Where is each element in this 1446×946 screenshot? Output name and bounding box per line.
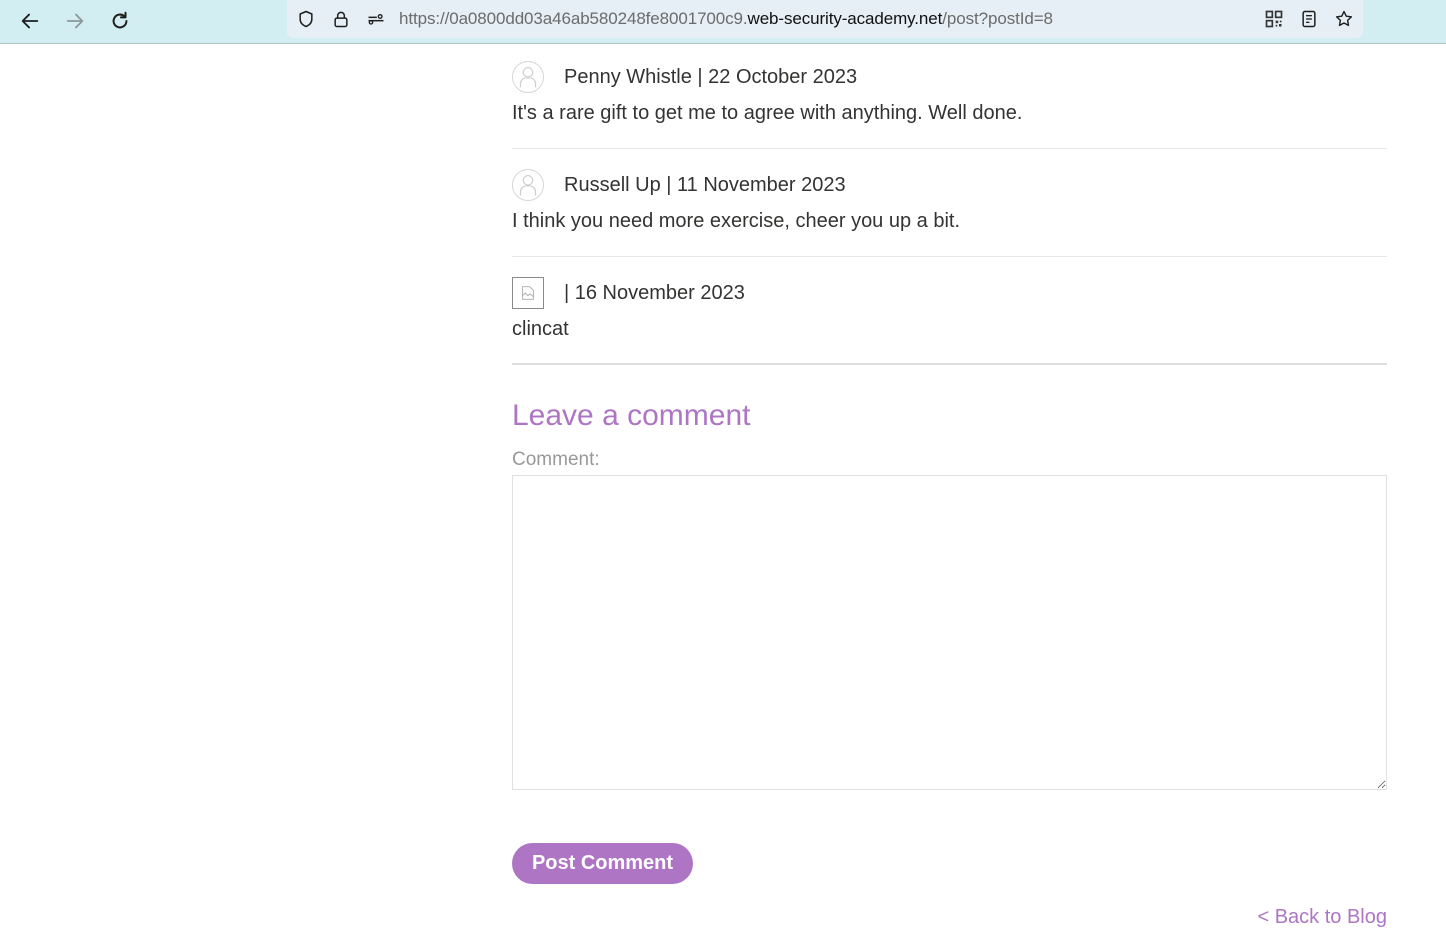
shield-icon [299,10,313,28]
comments-end-divider [512,363,1387,365]
comment-author-date: Russell Up | 11 November 2023 [564,173,846,196]
leave-comment-heading: Leave a comment [512,399,751,432]
forward-button[interactable] [60,6,90,36]
comment-label: Comment: [512,449,600,470]
back-arrow-icon [21,13,39,29]
site-permissions-button[interactable] [365,8,387,30]
comment-textarea[interactable] [512,475,1387,790]
post-comment-button[interactable]: Post Comment [512,843,693,884]
post-comments-section: Penny Whistle | 22 October 2023 It's a r… [512,44,1387,790]
reader-view-icon [1302,10,1316,28]
site-permissions-icon [368,14,384,25]
comment-author-date: | 16 November 2023 [564,281,745,304]
forward-arrow-icon [66,13,84,29]
comment-text: I think you need more exercise, cheer yo… [512,210,961,232]
back-button[interactable] [15,6,45,36]
comment-text: It's a rare gift to get me to agree with… [512,102,1023,124]
divider [512,256,1387,257]
url-prefix: https://0a0800dd03a46ab580248fe8001700c9… [399,9,748,28]
qr-code-icon [1265,10,1283,28]
divider [512,148,1387,149]
default-avatar-icon [512,169,544,201]
broken-image-icon [512,277,544,309]
address-bar[interactable]: https://0a0800dd03a46ab580248fe8001700c9… [287,0,1363,38]
comment-text: clincat [512,318,569,340]
url-domain: web-security-academy.net [747,9,943,28]
site-security-button[interactable] [330,8,352,30]
reader-view-button[interactable] [1298,8,1320,30]
lock-icon [334,11,348,28]
comment-author-date: Penny Whistle | 22 October 2023 [564,65,858,88]
comment-item: Russell Up | 11 November 2023 I think yo… [512,169,1387,257]
comment-item: | 16 November 2023 clincat [512,277,1387,365]
reload-button[interactable] [105,6,135,36]
reload-icon [112,11,128,29]
url-text[interactable]: https://0a0800dd03a46ab580248fe8001700c9… [399,9,1053,29]
url-path: /post?postId=8 [942,9,1053,28]
comment-item: Penny Whistle | 22 October 2023 It's a r… [512,61,1387,149]
bookmark-star-icon [1335,10,1353,27]
tracking-protection-button[interactable] [295,8,317,30]
bookmark-button[interactable] [1333,8,1355,30]
default-avatar-icon [512,61,544,93]
browser-toolbar: https://0a0800dd03a46ab580248fe8001700c9… [0,0,1446,44]
back-to-blog-link[interactable]: < Back to Blog [1257,906,1387,929]
qr-code-button[interactable] [1263,8,1285,30]
